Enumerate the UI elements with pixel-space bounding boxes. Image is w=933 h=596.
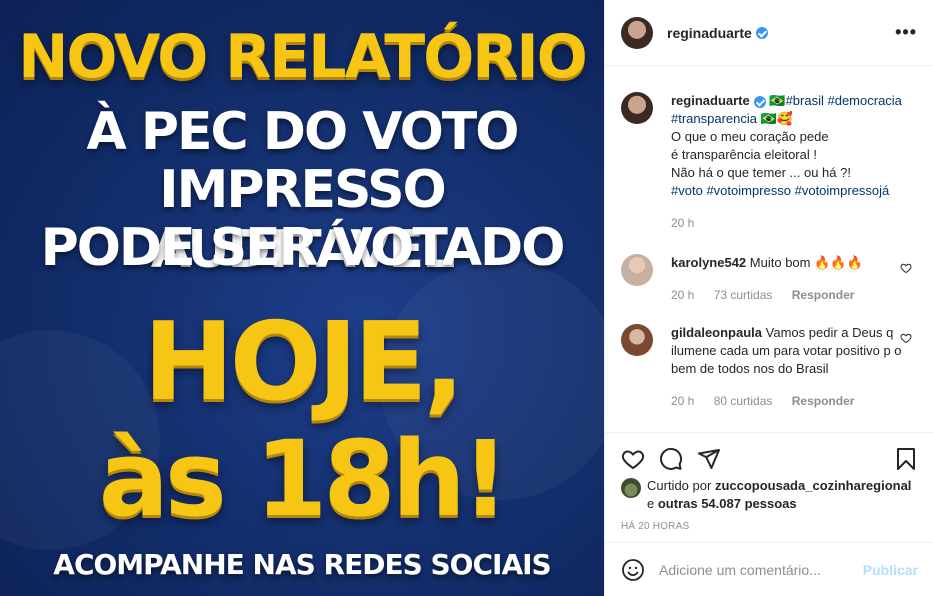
comment-likes[interactable]: 80 curtidas <box>714 394 773 408</box>
image-text-line: PODE SER VOTADO <box>40 218 566 278</box>
add-comment-bar: Publicar <box>605 542 933 596</box>
likes-prefix: Curtido por <box>647 478 712 493</box>
caption: reginaduarte 🇧🇷#brasil #democracia #tran… <box>605 92 933 232</box>
comment-input[interactable] <box>659 561 859 578</box>
likes-and: e <box>647 496 655 511</box>
likes-others[interactable]: outras 54.087 pessoas <box>658 496 797 511</box>
emoji-icon[interactable] <box>621 558 645 582</box>
image-big-text: às 18h! <box>98 418 509 540</box>
hashtag-link[interactable]: #votoimpresso <box>706 183 791 198</box>
hashtag-link[interactable]: #votoimpressojá <box>795 183 890 198</box>
publish-button[interactable]: Publicar <box>863 562 918 578</box>
more-options-icon[interactable]: ••• <box>895 22 917 43</box>
share-icon[interactable] <box>697 447 721 471</box>
caption-time[interactable]: 20 h <box>671 216 694 230</box>
comment-time[interactable]: 20 h <box>671 394 694 408</box>
reply-button[interactable]: Responder <box>792 394 855 408</box>
caption-text: O que o meu coração pede <box>671 129 829 144</box>
post-actions: Curtido por zuccopousada_cozinharegional… <box>605 432 933 542</box>
avatar[interactable] <box>621 254 653 286</box>
avatar[interactable] <box>621 324 653 356</box>
avatar[interactable] <box>621 92 653 124</box>
hashtag-link[interactable]: #democracia <box>827 93 901 108</box>
image-headline: NOVO RELATÓRIO <box>18 22 588 92</box>
comments-list[interactable]: reginaduarte 🇧🇷#brasil #democracia #tran… <box>605 66 933 432</box>
action-icons <box>605 433 933 477</box>
liker-username[interactable]: zuccopousada_cozinharegional <box>715 478 912 493</box>
emoji: 🇧🇷🥰 <box>760 111 793 126</box>
comment-item: karolyne542 Muito bom 🔥🔥🔥 20 h 73 curtid… <box>605 254 933 304</box>
hashtag-link[interactable]: #transparencia <box>671 111 757 126</box>
hashtag-link[interactable]: #voto <box>671 183 703 198</box>
caption-text: Não há o que temer ... ou há ?! <box>671 165 851 180</box>
heart-icon[interactable] <box>900 332 912 344</box>
header-username[interactable]: reginaduarte <box>667 25 752 41</box>
reply-button[interactable]: Responder <box>792 288 855 302</box>
post-header: reginaduarte ••• <box>605 0 933 66</box>
post-time[interactable]: HÁ 20 HORAS <box>605 513 933 532</box>
image-text-line: À PEC DO VOTO <box>86 102 520 162</box>
comment-icon[interactable] <box>659 447 683 471</box>
verified-icon <box>753 95 766 108</box>
post-side-panel: reginaduarte ••• reginaduarte 🇧🇷#brasil … <box>604 0 933 596</box>
hashtag-link[interactable]: #brasil <box>786 93 824 108</box>
comment-likes[interactable]: 73 curtidas <box>714 288 773 302</box>
avatar[interactable] <box>621 16 653 49</box>
caption-text: é transparência eleitoral ! <box>671 147 817 162</box>
caption-username[interactable]: reginaduarte <box>671 93 750 108</box>
comment-item: gildaleonpaula Vamos pedir a Deus q ilum… <box>605 324 933 410</box>
comment-username[interactable]: karolyne542 <box>671 255 746 270</box>
comment-text: Muito bom 🔥🔥🔥 <box>749 255 863 270</box>
flag-emoji: 🇧🇷 <box>769 93 786 108</box>
heart-icon[interactable] <box>900 262 912 274</box>
avatar[interactable] <box>621 478 641 498</box>
comment-time[interactable]: 20 h <box>671 288 694 302</box>
like-heart-icon[interactable] <box>621 447 645 471</box>
post-image: NOVO RELATÓRIO À PEC DO VOTO IMPRESSO AU… <box>0 0 604 596</box>
save-bookmark-icon[interactable] <box>894 447 918 471</box>
likes-summary: Curtido por zuccopousada_cozinharegional… <box>605 477 933 513</box>
verified-icon <box>755 26 768 39</box>
comment-username[interactable]: gildaleonpaula <box>671 325 762 340</box>
image-footer-text: ACOMPANHE NAS REDES SOCIAIS <box>53 548 551 581</box>
image-big-text: HOJE, <box>143 300 464 425</box>
